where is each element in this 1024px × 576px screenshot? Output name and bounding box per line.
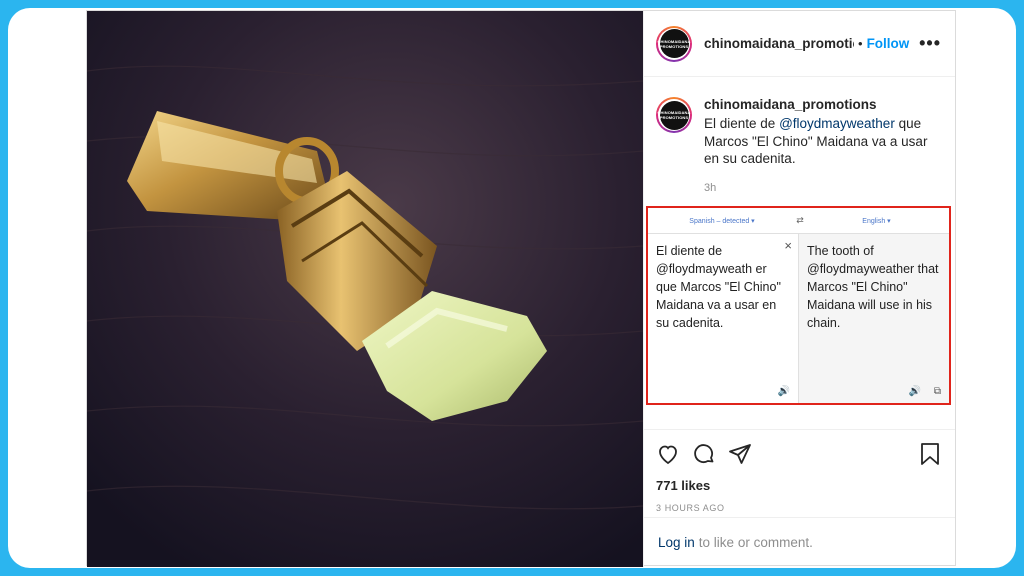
share-icon[interactable] — [728, 440, 764, 468]
caption-block: CHINOMAIDANA PROMOTIONS chinomaidana_pro… — [656, 97, 946, 194]
caption-prefix: El diente de — [704, 116, 780, 131]
post-side-panel: CHINOMAIDANA PROMOTIONS chinomaidana_pro… — [643, 11, 955, 567]
swap-languages-icon[interactable]: ⇄ — [796, 215, 804, 226]
caption-time: 3h — [704, 181, 717, 194]
comment-bar: Log in to like or comment. — [644, 517, 955, 567]
avatar-text: PROMOTIONS — [659, 115, 689, 120]
source-text-pane[interactable]: El diente de @floydmayweath er que Marco… — [648, 234, 799, 403]
mention-link[interactable]: @floydmayweather — [779, 116, 895, 131]
instagram-post: CHINOMAIDANA PROMOTIONS chinomaidana_pro… — [86, 10, 956, 567]
avatar-text: PROMOTIONS — [659, 43, 689, 49]
speaker-icon[interactable]: 🔊 — [909, 386, 921, 397]
caption-username[interactable]: chinomaidana_promotions — [704, 97, 946, 112]
gold-tooth-pendant-image — [87, 11, 643, 567]
caption-text: El diente de @floydmayweather que Marcos… — [704, 115, 946, 168]
bookmark-icon[interactable] — [919, 440, 943, 468]
target-language-select[interactable]: English ▾ — [804, 217, 949, 225]
header-username[interactable]: chinomaidana_promotior — [704, 36, 854, 51]
post-header: CHINOMAIDANA PROMOTIONS chinomaidana_pro… — [644, 11, 955, 77]
post-timestamp: 3 HOURS AGO — [656, 503, 725, 513]
close-icon[interactable]: × — [784, 238, 792, 253]
comment-icon[interactable] — [692, 440, 728, 468]
login-prompt-text: to like or comment. — [698, 535, 813, 550]
likes-count[interactable]: 771 likes — [656, 478, 943, 493]
avatar[interactable]: CHINOMAIDANA PROMOTIONS — [656, 25, 692, 62]
action-section: 771 likes 3 HOURS AGO — [644, 429, 955, 513]
login-link[interactable]: Log in — [658, 535, 695, 550]
follow-button[interactable]: Follow — [867, 36, 910, 51]
copy-icon[interactable]: ⧉ — [934, 386, 941, 397]
translate-popup: Spanish – detected ▾ ⇄ English ▾ El dien… — [646, 206, 951, 405]
source-language-select[interactable]: Spanish – detected ▾ — [648, 217, 796, 225]
speaker-icon[interactable]: 🔊 — [778, 386, 790, 397]
separator-dot: • — [858, 36, 863, 51]
more-options-icon[interactable]: ••• — [919, 33, 941, 54]
post-photo[interactable] — [87, 11, 643, 567]
caption-avatar[interactable]: CHINOMAIDANA PROMOTIONS — [656, 97, 692, 133]
like-heart-icon[interactable] — [656, 440, 692, 468]
translate-header: Spanish – detected ▾ ⇄ English ▾ — [648, 208, 949, 234]
translated-text: The tooth of @floydmayweather that Marco… — [807, 244, 939, 330]
translated-text-pane: The tooth of @floydmayweather that Marco… — [799, 234, 949, 403]
source-text[interactable]: El diente de @floydmayweath er que Marco… — [656, 242, 790, 332]
